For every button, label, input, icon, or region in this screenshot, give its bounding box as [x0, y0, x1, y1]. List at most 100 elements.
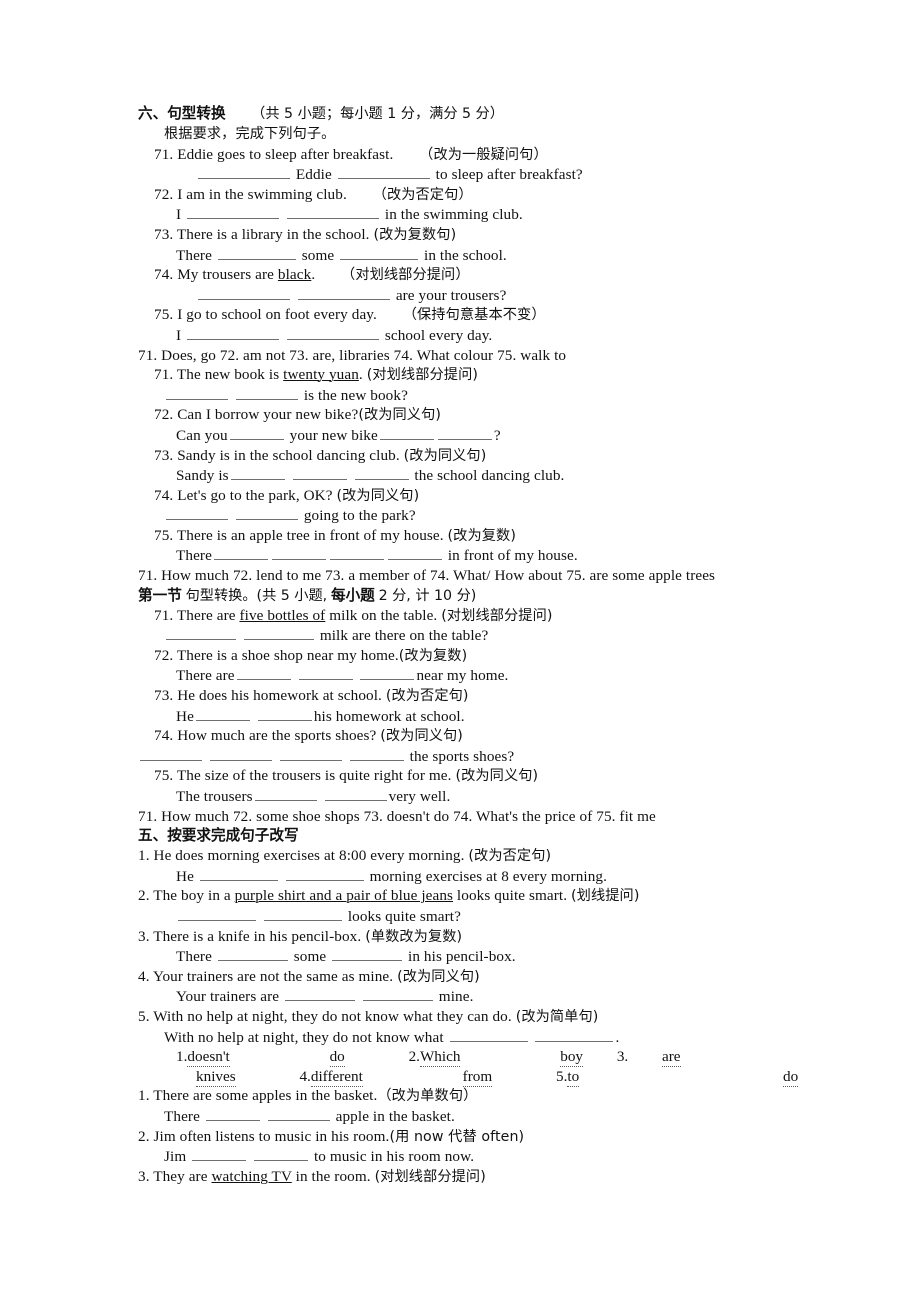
question-item: 75. I go to school on foot every day. （保… — [138, 305, 758, 326]
answer-blank[interactable] — [324, 788, 387, 801]
question-item: 73. Sandy is in the school dancing club.… — [138, 446, 758, 467]
answer-blank[interactable] — [192, 1148, 247, 1162]
answer-blank[interactable] — [362, 989, 433, 1002]
item-prompt-b: milk on the table. — [325, 606, 438, 624]
answer-line: going to the park? — [138, 506, 758, 526]
answer-blank[interactable] — [140, 748, 202, 761]
item-prompt: The size of the trousers is quite right … — [176, 767, 452, 785]
answer-line: are your trousers? — [138, 286, 758, 306]
item-prompt-a: The boy in a — [153, 887, 235, 905]
answer-blank[interactable] — [254, 1148, 309, 1162]
answer-blank[interactable] — [166, 627, 236, 641]
answer-key-row: 1.doesn't do 2.Which boy 3. are — [138, 1047, 758, 1068]
item-number: 74. — [154, 266, 174, 284]
answer-blank[interactable] — [235, 387, 298, 400]
answer-key-line: 71. Does, go 72. am not 73. are, librari… — [138, 346, 567, 364]
answer-blank[interactable] — [254, 788, 317, 801]
answer-blank[interactable] — [387, 548, 442, 561]
item-number: 72. — [154, 646, 174, 664]
document-body: 六、句型转换 （共 5 小题；每小题 1 分，满分 5 分） 根据要求，完成下列… — [138, 104, 799, 1187]
answer-blank[interactable] — [279, 748, 342, 761]
question-item: 71. The new book is twenty yuan. (对划线部分提… — [138, 365, 758, 386]
item-tag: (改为复数) — [447, 527, 516, 544]
question-item: 1. He does morning exercises at 8:00 eve… — [138, 846, 758, 867]
answer-key-word: do — [329, 1048, 345, 1068]
answer-blank[interactable] — [166, 507, 228, 521]
answer-blank[interactable] — [230, 467, 285, 481]
answer-blank[interactable] — [198, 287, 290, 300]
answer-blank[interactable] — [263, 908, 342, 921]
item-prompt: He does his homework at school. — [177, 687, 382, 705]
answer-blank[interactable] — [329, 548, 384, 561]
answer-key-word: boy — [560, 1048, 584, 1068]
answer-blank[interactable] — [178, 908, 256, 921]
answer-blank[interactable] — [229, 427, 284, 440]
answer-line: He his homework at school. — [138, 707, 758, 727]
item-prompt: How much are the sports shoes? — [177, 727, 377, 745]
item-tag: (改为同义句) — [336, 487, 420, 504]
answer-pre-text: The trousers — [176, 788, 253, 805]
item-prompt: There is a library in the school. — [176, 225, 370, 243]
answer-post-text: in the school. — [424, 246, 507, 264]
answer-blank[interactable] — [213, 548, 268, 561]
answer-blank[interactable] — [449, 1029, 528, 1042]
answer-blank[interactable] — [297, 287, 390, 300]
answer-blank[interactable] — [235, 507, 298, 521]
item-prompt-a: The new book is — [176, 366, 284, 384]
question-item: 2. Jim often listens to music in his roo… — [138, 1127, 758, 1148]
answer-blank[interactable] — [286, 207, 379, 220]
item-number: 71. — [154, 145, 174, 163]
item-tag: (改为同义句) — [397, 968, 480, 985]
item-tag: (改为同义句) — [358, 407, 442, 424]
answer-blank[interactable] — [298, 668, 353, 681]
item-tag: (对划线部分提问) — [441, 607, 553, 624]
answer-blank[interactable] — [535, 1029, 614, 1042]
answer-blank[interactable] — [243, 627, 314, 641]
answer-blank[interactable] — [217, 247, 296, 260]
answer-blank[interactable] — [286, 327, 379, 340]
answer-blank[interactable] — [187, 327, 280, 340]
answer-blank[interactable] — [337, 166, 430, 180]
answer-post-text: very well. — [388, 788, 451, 805]
item-prompt: Can I borrow your new bike? — [177, 406, 359, 424]
answer-blank[interactable] — [217, 948, 288, 962]
answer-blank[interactable] — [271, 548, 326, 561]
item-prompt-underlined: twenty yuan — [283, 366, 359, 384]
answer-blank[interactable] — [187, 207, 280, 220]
question-item: 75. The size of the trousers is quite ri… — [138, 766, 758, 787]
answer-blank[interactable] — [257, 708, 312, 721]
answer-blank[interactable] — [340, 247, 419, 260]
answer-blank[interactable] — [292, 467, 347, 481]
answer-key-word: knives — [196, 1067, 236, 1087]
answer-post-text: looks quite smart? — [347, 907, 461, 925]
answer-blank[interactable] — [332, 948, 403, 962]
answer-blank[interactable] — [205, 1108, 260, 1121]
answer-blank[interactable] — [195, 708, 250, 721]
answer-blank[interactable] — [236, 668, 291, 681]
answer-line: Can you your new bike? — [138, 426, 758, 446]
answer-blank[interactable] — [199, 868, 278, 881]
question-item: 72. I am in the swimming club. （改为否定句） — [138, 185, 758, 206]
answer-blank[interactable] — [360, 668, 415, 681]
answer-blank[interactable] — [209, 748, 272, 761]
answer-line: is the new book? — [138, 386, 758, 406]
item-tag: （改为单数句） — [377, 1088, 478, 1105]
item-tag: (改为同义句) — [380, 728, 463, 745]
item-tag: (改为否定句) — [385, 688, 469, 705]
answer-blank[interactable] — [349, 748, 404, 761]
answer-pre-text: There — [176, 547, 212, 565]
item-prompt-a: They are — [153, 1167, 212, 1185]
question-item: 1. There are some apples in the basket.（… — [138, 1086, 758, 1107]
answer-blank[interactable] — [198, 166, 290, 180]
answer-pre-text: I — [176, 326, 182, 344]
answer-blank[interactable] — [437, 427, 492, 440]
answer-blank[interactable] — [284, 989, 355, 1002]
answer-pre-text: Jim — [164, 1148, 187, 1166]
answer-blank[interactable] — [166, 387, 228, 400]
answer-blank[interactable] — [354, 467, 409, 481]
answer-blank[interactable] — [285, 868, 364, 881]
answer-post-text: his homework at school. — [313, 707, 465, 725]
answer-blank[interactable] — [267, 1108, 330, 1121]
item-tag: (改为简单句) — [515, 1008, 599, 1025]
answer-blank[interactable] — [379, 427, 434, 440]
